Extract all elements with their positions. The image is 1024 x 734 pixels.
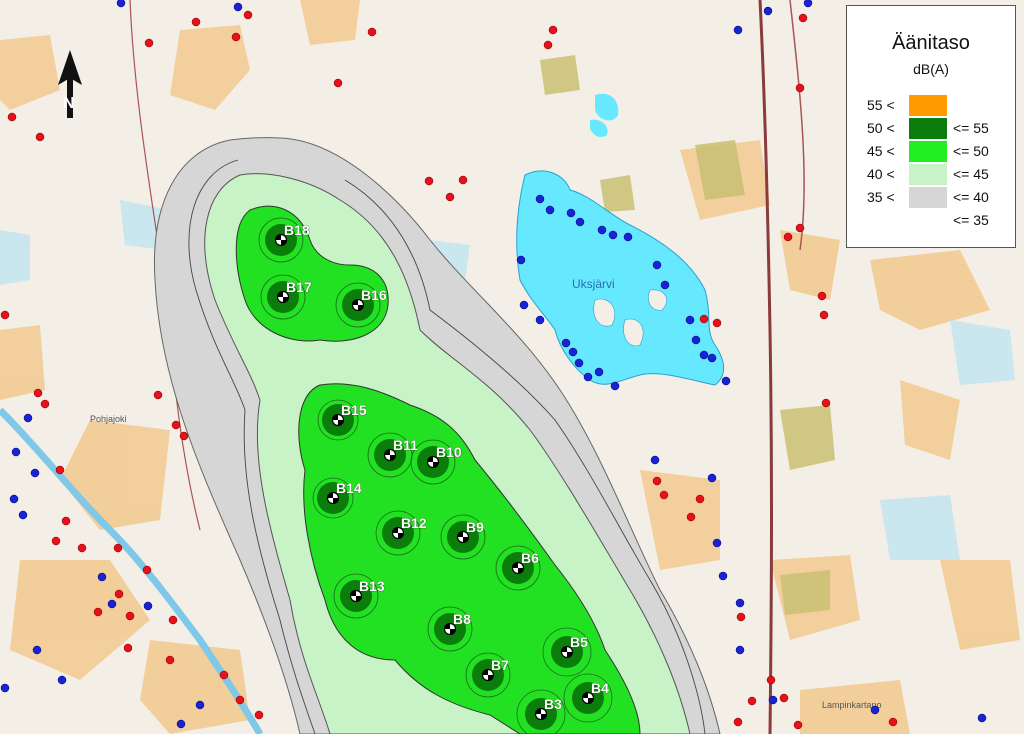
legend-swatch-grey (909, 187, 947, 208)
turbine-label: B10 (436, 444, 462, 460)
legend-row-45-50: 45 < <= 50 (847, 141, 1015, 163)
legend-subtitle: dB(A) (913, 61, 949, 77)
turbine-label: B5 (570, 634, 588, 650)
legend-row-right: <= 35 (953, 212, 989, 228)
legend-title: Äänitaso (892, 32, 970, 54)
turbine-label: B16 (361, 287, 387, 303)
lake-label: Uksjärvi (572, 277, 615, 291)
turbine-label: B13 (359, 578, 385, 594)
legend-row-left: 55 < (867, 97, 895, 113)
legend-row-left: 35 < (867, 189, 895, 205)
legend-swatch-pale-green (909, 164, 947, 185)
legend-swatch-orange (909, 95, 947, 116)
turbine-label: B6 (521, 550, 539, 566)
turbine-label: B9 (466, 519, 484, 535)
legend-swatch-dark-green (909, 118, 947, 139)
legend-row-right: <= 45 (953, 166, 989, 182)
turbine-label: B11 (393, 437, 418, 453)
turbine-label: B17 (286, 279, 312, 295)
legend-row-35-40: 35 < <= 40 (847, 187, 1015, 209)
legend-row-left: 50 < (867, 120, 895, 136)
legend-row-50-55: 50 < <= 55 (847, 118, 1015, 140)
turbine-label: B12 (401, 515, 427, 531)
turbine-label: B8 (453, 611, 471, 627)
turbine-label: B3 (544, 696, 562, 712)
turbine-label: B4 (591, 680, 609, 696)
legend-row-35: <= 35 (847, 210, 1015, 232)
legend-swatch-bright-green (909, 141, 947, 162)
legend-row-right: <= 55 (953, 120, 989, 136)
legend-row-left: 45 < (867, 143, 895, 159)
turbine-label: B15 (341, 402, 367, 418)
legend-row-40-45: 40 < <= 45 (847, 164, 1015, 186)
legend: Äänitaso dB(A) 55 < 50 < <= 55 45 < <= 5… (846, 5, 1016, 248)
turbine-label: B18 (284, 222, 310, 238)
turbine-label: B7 (491, 657, 509, 673)
turbine-label: B14 (336, 480, 362, 496)
legend-row-right: <= 40 (953, 189, 989, 205)
legend-row-55: 55 < (847, 95, 1015, 117)
legend-row-left: 40 < (867, 166, 895, 182)
north-arrow-label: N (63, 95, 75, 112)
place-label-pohjajoki: Pohjajoki (90, 414, 127, 424)
legend-row-right: <= 50 (953, 143, 989, 159)
